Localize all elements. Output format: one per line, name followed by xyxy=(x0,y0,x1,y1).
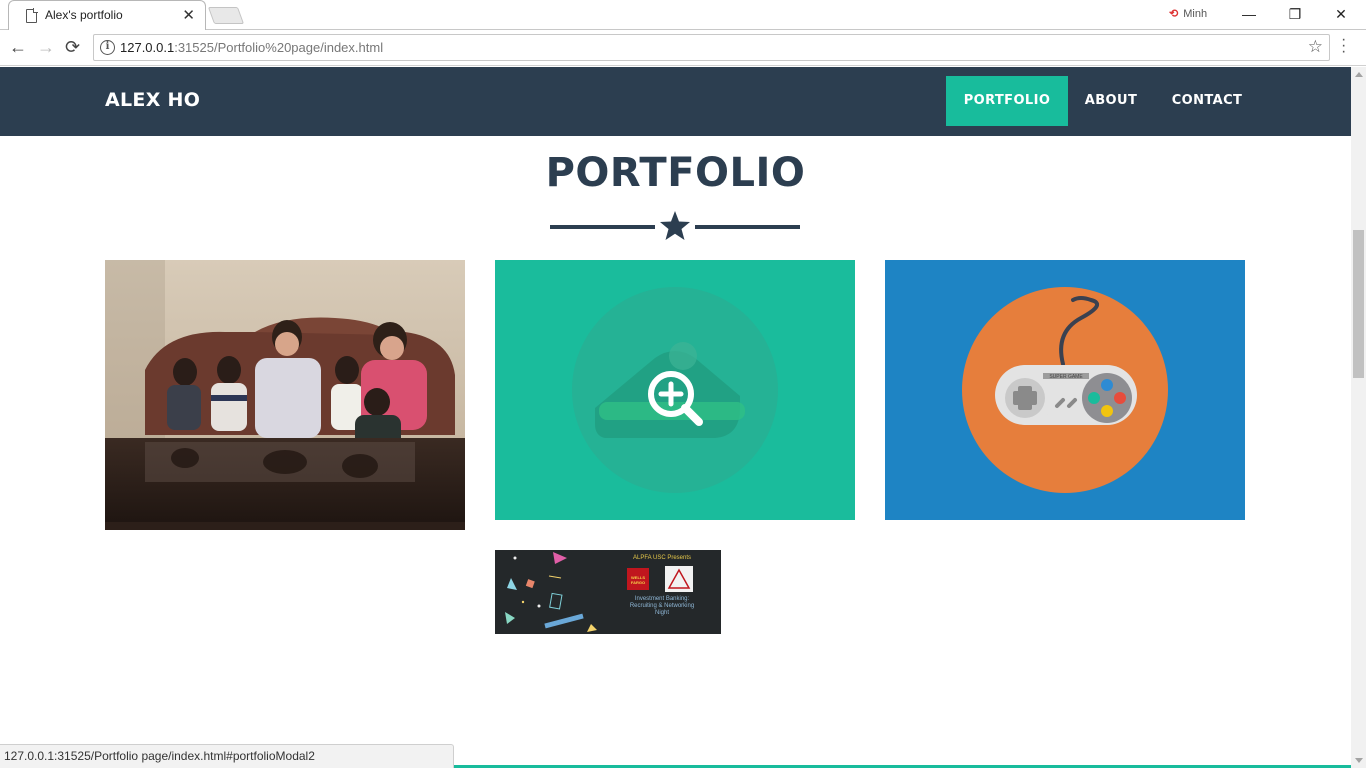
window-close-button[interactable]: ✕ xyxy=(1318,3,1364,25)
profile-button[interactable]: ⟲ Minh xyxy=(1169,7,1207,20)
page-icon xyxy=(26,8,38,23)
browser-toolbar: ← → ⟳ i 127.0.0.1:31525/Portfolio%20page… xyxy=(0,30,1366,66)
flyer-headline: Investment Banking: Recruiting & Network… xyxy=(607,596,717,617)
profile-name: Minh xyxy=(1183,8,1208,20)
controller-brand: SUPER GAME xyxy=(1049,374,1083,380)
address-bar[interactable]: i 127.0.0.1:31525/Portfolio%20page/index… xyxy=(93,34,1330,61)
flyer-sponsor-logo: WELLS FARGO xyxy=(630,575,646,585)
info-icon[interactable]: i xyxy=(100,40,115,55)
close-tab-icon[interactable]: ✕ xyxy=(182,6,195,24)
site-navbar: ALEX HO PORTFOLIO ABOUT CONTACT xyxy=(0,67,1351,136)
forward-button[interactable]: → xyxy=(37,36,55,58)
sync-icon: ⟲ xyxy=(1169,8,1179,20)
nav-portfolio[interactable]: PORTFOLIO xyxy=(946,76,1068,126)
browser-menu-icon[interactable]: · · · xyxy=(1341,32,1346,60)
divider-right xyxy=(695,225,800,229)
flyer-presenter: ALPFA USC Presents xyxy=(632,555,692,561)
portfolio-item-family-photo[interactable] xyxy=(105,260,465,530)
page-scrollbar[interactable] xyxy=(1351,67,1366,768)
nav-contact[interactable]: CONTACT xyxy=(1154,76,1260,126)
status-bar: 127.0.0.1:31525/Portfolio page/index.htm… xyxy=(0,744,454,768)
portfolio-item-zoom[interactable] xyxy=(495,260,855,520)
tab-title: Alex's portfolio xyxy=(45,8,123,22)
flyer-headline-line2: Recruiting & Networking xyxy=(629,603,695,609)
back-button[interactable]: ← xyxy=(9,36,27,58)
nav-about[interactable]: ABOUT xyxy=(1068,76,1154,126)
scroll-up-arrow-icon[interactable] xyxy=(1355,72,1363,77)
reload-button[interactable]: ⟳ xyxy=(65,36,80,58)
url-host: 127.0.0.1 xyxy=(120,40,175,55)
browser-tab-strip: Alex's portfolio ✕ ⟲ Minh — ❐ ✕ xyxy=(0,0,1366,30)
restore-button[interactable]: ❐ xyxy=(1272,3,1318,25)
star-icon xyxy=(660,211,690,240)
scrollbar-thumb[interactable] xyxy=(1353,230,1364,378)
browser-tab[interactable]: Alex's portfolio ✕ xyxy=(8,0,206,30)
minimize-button[interactable]: — xyxy=(1226,3,1272,25)
family-photo xyxy=(105,260,465,530)
flyer-headline-line1: Investment Banking: xyxy=(634,596,690,602)
scroll-down-arrow-icon[interactable] xyxy=(1355,758,1363,763)
portfolio-item-gamepad[interactable]: SUPER GAME xyxy=(885,260,1245,520)
url-text: 127.0.0.1:31525/Portfolio%20page/index.h… xyxy=(120,40,383,55)
url-path: :31525/Portfolio%20page/index.html xyxy=(174,40,384,55)
magnifier-plus-icon xyxy=(648,371,703,426)
divider-left xyxy=(550,225,655,229)
flyer-confetti xyxy=(505,552,693,632)
site-brand[interactable]: ALEX HO xyxy=(105,89,200,111)
flyer-headline-line3: Night xyxy=(654,610,669,616)
gamepad-icon: SUPER GAME xyxy=(962,287,1168,493)
portfolio-item-flyer[interactable]: ALPFA USC Presents WELLS FARGO Investmen… xyxy=(495,550,721,634)
new-tab-button[interactable] xyxy=(207,7,245,24)
portfolio-heading: PORTFOLIO xyxy=(545,150,806,196)
bookmark-star-icon[interactable]: ☆ xyxy=(1308,37,1323,57)
